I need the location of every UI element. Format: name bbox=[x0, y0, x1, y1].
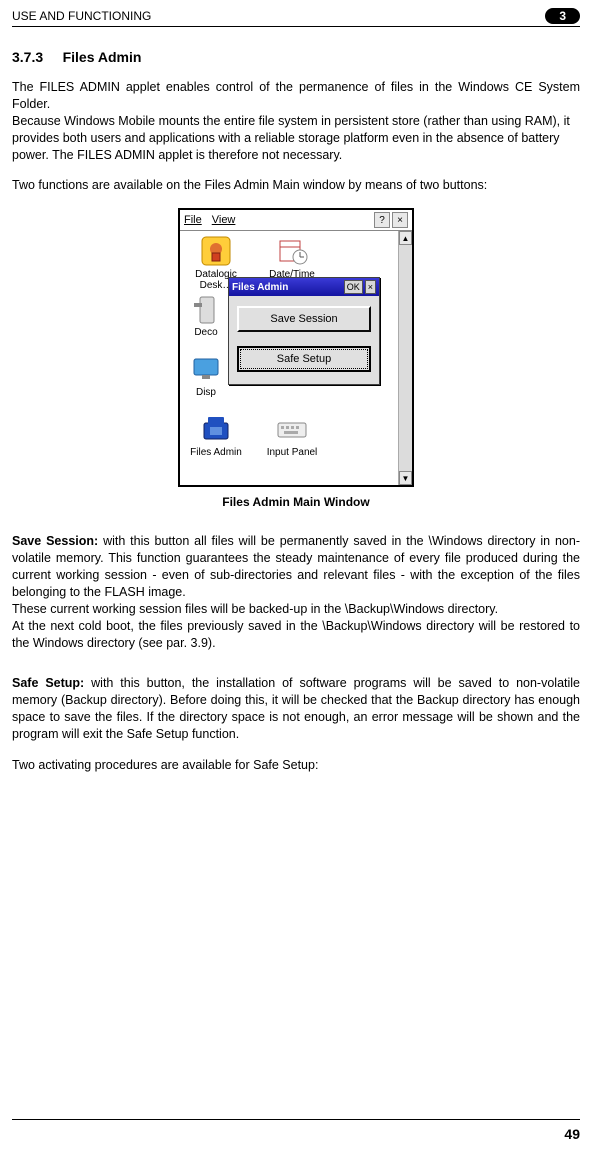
chapter-badge: 3 bbox=[545, 8, 580, 24]
wrench-icon bbox=[190, 293, 222, 325]
icon-decoding[interactable]: Deco bbox=[186, 293, 226, 338]
help-button[interactable]: ? bbox=[374, 212, 390, 228]
keyboard-icon bbox=[276, 413, 308, 445]
save-session-paragraph-3: At the next cold boot, the files previou… bbox=[12, 618, 580, 652]
save-session-paragraph-1: Save Session: with this button all files… bbox=[12, 533, 580, 601]
dialog-titlebar: Files Admin OK × bbox=[229, 278, 379, 296]
paragraph-2: Because Windows Mobile mounts the entire… bbox=[12, 113, 580, 164]
page-header: USE AND FUNCTIONING 3 bbox=[12, 8, 580, 27]
scroll-up-button[interactable]: ▲ bbox=[399, 231, 412, 245]
running-title: USE AND FUNCTIONING bbox=[12, 9, 151, 23]
save-session-label: Save Session: bbox=[12, 534, 98, 548]
safe-setup-paragraph-2: Two activating procedures are available … bbox=[12, 757, 580, 774]
section-number: 3.7.3 bbox=[12, 49, 43, 65]
menu-bar: File View ? × bbox=[180, 210, 412, 231]
icon-label: Files Admin bbox=[186, 447, 246, 458]
menu-file[interactable]: File bbox=[184, 214, 202, 226]
gear-lock-icon bbox=[200, 235, 232, 267]
paragraph-3: Two functions are available on the Files… bbox=[12, 177, 580, 194]
icon-input-panel[interactable]: Input Panel bbox=[262, 413, 322, 458]
footer-rule bbox=[12, 1119, 580, 1120]
icon-files-admin[interactable]: Files Admin bbox=[186, 413, 246, 458]
save-session-body: with this button all files will be perma… bbox=[12, 534, 580, 599]
icon-label: Disp bbox=[186, 387, 226, 398]
display-icon bbox=[190, 353, 222, 385]
section-title: Files Admin bbox=[63, 49, 142, 65]
files-admin-icon bbox=[200, 413, 232, 445]
dialog-close-button[interactable]: × bbox=[365, 280, 376, 294]
save-session-button[interactable]: Save Session bbox=[237, 306, 371, 332]
icon-label: Deco bbox=[186, 327, 226, 338]
dialog-body: Save Session Safe Setup bbox=[229, 296, 379, 384]
page-number: 49 bbox=[564, 1126, 580, 1142]
icon-datetime[interactable]: Date/Time bbox=[262, 235, 322, 280]
save-session-paragraph-2: These current working session files will… bbox=[12, 601, 580, 618]
section-heading: 3.7.3 Files Admin bbox=[12, 49, 580, 65]
icon-label: Input Panel bbox=[262, 447, 322, 458]
safe-setup-button[interactable]: Safe Setup bbox=[237, 346, 371, 372]
calendar-clock-icon bbox=[276, 235, 308, 267]
scrollbar[interactable]: ▲ ▼ bbox=[398, 231, 412, 485]
safe-setup-label: Safe Setup: bbox=[12, 676, 84, 690]
paragraph-1: The FILES ADMIN applet enables control o… bbox=[12, 79, 580, 113]
files-admin-dialog: Files Admin OK × Save Session Safe Setup bbox=[228, 277, 380, 385]
close-button[interactable]: × bbox=[392, 212, 408, 228]
menu-view[interactable]: View bbox=[212, 214, 236, 226]
dialog-title-text: Files Admin bbox=[232, 282, 342, 293]
screenshot-window: File View ? × Datalogic Desk… Date/Time bbox=[178, 208, 414, 487]
icon-display[interactable]: Disp bbox=[186, 353, 226, 398]
safe-setup-paragraph-1: Safe Setup: with this button, the instal… bbox=[12, 675, 580, 743]
control-panel-grid: Datalogic Desk… Date/Time Deco Disp bbox=[180, 231, 412, 485]
safe-setup-body: with this button, the installation of so… bbox=[12, 676, 580, 741]
scroll-down-button[interactable]: ▼ bbox=[399, 471, 412, 485]
figure-caption: Files Admin Main Window bbox=[12, 495, 580, 509]
dialog-ok-button[interactable]: OK bbox=[344, 280, 363, 294]
